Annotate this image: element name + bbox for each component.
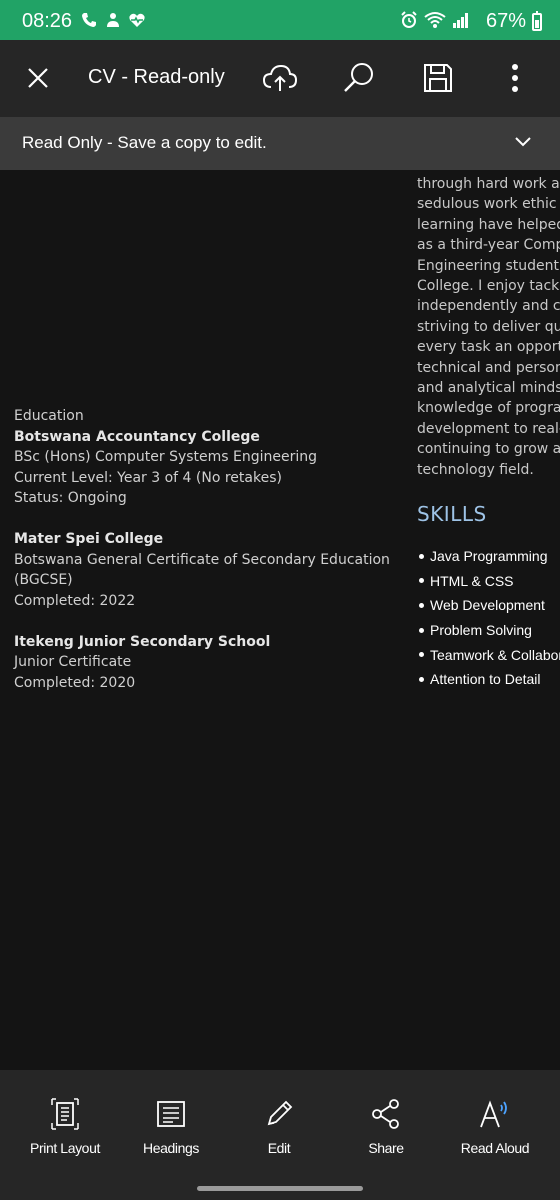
school-detail: Junior Certificate xyxy=(14,654,132,670)
skill-item: Attention to Detail xyxy=(417,667,560,692)
status-time: 08:26 xyxy=(22,10,73,32)
usb-icon xyxy=(104,11,122,33)
school-name: Botswana Accountancy College xyxy=(14,428,260,445)
battery-percentage: 67% xyxy=(486,10,527,32)
chevron-down-icon[interactable] xyxy=(510,129,536,155)
read-only-banner[interactable]: Read Only - Save a copy to edit. xyxy=(0,117,560,170)
print-layout-label: Print Layout xyxy=(30,1140,100,1156)
profile-line: technology field. xyxy=(417,461,534,478)
save-icon xyxy=(422,62,454,98)
cloud-upload-icon xyxy=(262,63,298,97)
document-canvas[interactable]: Education Botswana Accountancy College B… xyxy=(0,170,560,1070)
more-icon xyxy=(511,63,519,97)
school-detail: Status: Ongoing xyxy=(14,490,127,506)
skill-item: Problem Solving xyxy=(417,618,560,643)
school-detail: Botswana General Certificate of Secondar… xyxy=(14,551,390,568)
bullet-icon xyxy=(419,602,424,608)
document-title: CV - Read-only xyxy=(88,66,225,88)
headings-button[interactable]: Headings xyxy=(121,1096,221,1156)
read-aloud-icon xyxy=(477,1097,513,1135)
signal-icon xyxy=(452,11,470,33)
skill-label: Teamwork & Collabor xyxy=(430,646,560,663)
education-section: Education Botswana Accountancy College B… xyxy=(14,406,404,693)
bullet-icon xyxy=(419,627,424,633)
bullet-icon xyxy=(419,676,424,682)
print-layout-button[interactable]: Print Layout xyxy=(15,1096,115,1156)
school-name: Mater Spei College xyxy=(14,531,164,547)
profile-line: as a third-year Comp xyxy=(417,237,560,254)
school-detail: Current Level: Year 3 of 4 (No retakes) xyxy=(14,469,282,486)
read-only-message: Read Only - Save a copy to edit. xyxy=(22,133,267,152)
profile-line: through hard work ar xyxy=(417,176,560,192)
print-layout-icon xyxy=(50,1097,80,1135)
edit-label: Edit xyxy=(267,1140,291,1156)
phone-icon xyxy=(80,11,98,33)
wifi-icon xyxy=(424,11,446,33)
battery-icon xyxy=(532,11,542,31)
bottom-toolbar: Print Layout Headings Edit Share Read Al… xyxy=(0,1070,560,1200)
read-aloud-button[interactable]: Read Aloud xyxy=(445,1096,545,1156)
skills-list: Java Programming HTML & CSS Web Developm… xyxy=(417,544,560,692)
bullet-icon xyxy=(419,553,424,559)
profile-line: learning have helped xyxy=(417,216,560,233)
profile-line: striving to deliver qua xyxy=(417,318,560,335)
school-detail: Completed: 2022 xyxy=(14,592,136,609)
skills-heading: SKILLS xyxy=(417,502,487,526)
profile-line: continuing to grow as xyxy=(417,441,560,458)
profile-line: every task an opportu xyxy=(417,339,560,356)
school-name: Itekeng Junior Secondary School xyxy=(14,633,271,650)
school-detail: BSc (Hons) Computer Systems Engineering xyxy=(14,449,318,465)
education-label: Education xyxy=(14,408,84,424)
share-button[interactable]: Share xyxy=(336,1096,436,1156)
headings-label: Headings xyxy=(143,1140,199,1156)
skill-label: Java Programming xyxy=(430,548,548,565)
share-label: Share xyxy=(368,1140,404,1156)
alarm-icon xyxy=(400,11,418,33)
profile-text: through hard work ar sedulous work ethic… xyxy=(417,174,560,480)
edit-button[interactable]: Edit xyxy=(229,1096,329,1156)
skill-label: HTML & CSS xyxy=(430,572,514,589)
skill-label: Web Development xyxy=(430,597,545,614)
headings-icon xyxy=(156,1099,186,1133)
bullet-icon xyxy=(419,652,424,658)
bullet-icon xyxy=(419,578,424,584)
upload-button[interactable] xyxy=(258,58,302,102)
pencil-icon xyxy=(263,1098,295,1134)
app-toolbar: CV - Read-only xyxy=(0,40,560,117)
skill-item: Teamwork & Collabor xyxy=(417,642,560,667)
school-detail: Completed: 2020 xyxy=(14,674,136,691)
save-button[interactable] xyxy=(416,58,460,102)
skill-item: HTML & CSS xyxy=(417,569,560,594)
profile-line: College. I enjoy tackli xyxy=(417,278,560,295)
profile-line: Engineering student a xyxy=(417,257,560,274)
read-aloud-label: Read Aloud xyxy=(460,1140,530,1156)
profile-line: sedulous work ethic a xyxy=(417,196,560,213)
search-button[interactable] xyxy=(336,58,380,102)
school-detail: (BGCSE) xyxy=(14,572,73,588)
profile-line: development to real- xyxy=(417,420,560,437)
close-icon xyxy=(26,66,50,94)
more-options-button[interactable] xyxy=(493,58,537,102)
skill-item: Web Development xyxy=(417,593,560,618)
profile-line: technical and persona xyxy=(417,359,560,376)
profile-line: and analytical mindse xyxy=(417,380,560,397)
search-icon xyxy=(341,61,375,99)
skill-label: Problem Solving xyxy=(430,622,532,639)
skill-item: Java Programming xyxy=(417,544,560,569)
close-button[interactable] xyxy=(16,58,60,102)
share-icon xyxy=(370,1098,402,1134)
status-bar: 08:26 67% xyxy=(0,0,560,40)
profile-line: knowledge of progran xyxy=(417,400,560,417)
skill-label: Attention to Detail xyxy=(430,671,541,688)
home-gesture-bar[interactable] xyxy=(197,1186,363,1191)
profile-line: independently and co xyxy=(417,298,560,315)
health-icon xyxy=(128,11,146,33)
